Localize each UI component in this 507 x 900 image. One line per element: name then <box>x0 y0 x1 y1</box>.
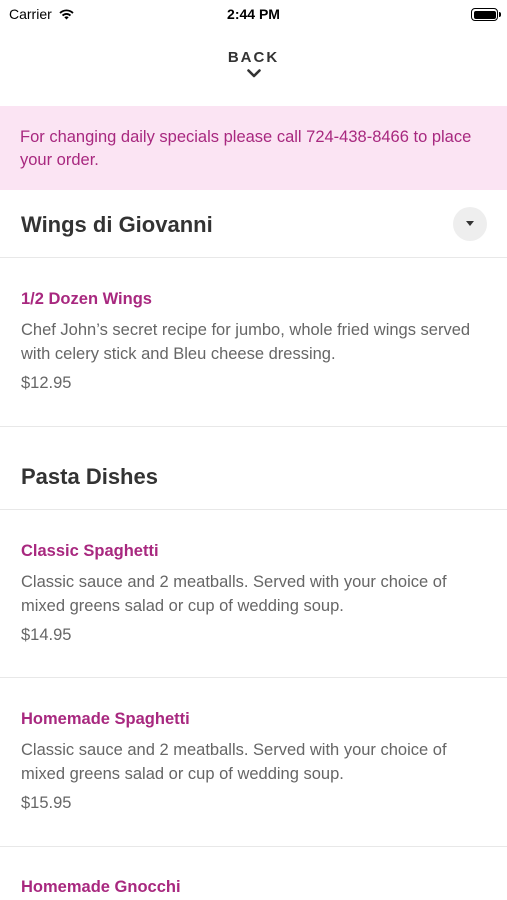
section-title-pasta: Pasta Dishes <box>21 464 158 489</box>
divider <box>0 846 507 847</box>
section-title-wings: Wings di Giovanni <box>21 212 213 237</box>
menu-item[interactable]: Classic Spaghetti Classic sauce and 2 me… <box>21 542 491 645</box>
menu-item-price: $15.95 <box>21 794 72 812</box>
menu-item[interactable]: 1/2 Dozen Wings Chef John’s secret recip… <box>21 290 491 393</box>
divider <box>0 257 507 258</box>
battery-fill <box>473 10 496 19</box>
menu-item-description: Classic sauce and 2 meatballs. Served wi… <box>21 741 447 783</box>
menu-item-description: Classic sauce and 2 meatballs. Served wi… <box>21 573 447 615</box>
menu-item-name: 1/2 Dozen Wings <box>21 290 152 308</box>
menu-item[interactable]: Homemade Spaghetti Classic sauce and 2 m… <box>21 710 491 813</box>
status-bar: Carrier 2:44 PM <box>0 0 507 30</box>
specials-notice: For changing daily specials please call … <box>0 106 507 190</box>
status-time: 2:44 PM <box>227 6 280 22</box>
menu-item-description: Chef John’s secret recipe for jumbo, who… <box>21 321 471 363</box>
menu-item-name: Homemade Spaghetti <box>21 710 190 728</box>
menu-item-name: Classic Spaghetti <box>21 542 159 560</box>
notice-text: For changing daily specials please call … <box>20 128 472 169</box>
divider <box>0 426 507 427</box>
caret-down-icon <box>466 221 474 226</box>
section-dropdown-button[interactable] <box>453 207 487 241</box>
back-button[interactable]: BACK <box>0 45 507 100</box>
back-label: BACK <box>227 49 280 66</box>
menu-item[interactable]: Homemade Gnocchi <box>21 878 491 897</box>
divider <box>0 509 507 510</box>
chevron-down-icon <box>246 69 261 78</box>
menu-item-price: $14.95 <box>21 626 72 644</box>
menu-item-price: $12.95 <box>21 374 72 392</box>
menu-item-name: Homemade Gnocchi <box>21 878 181 896</box>
divider <box>0 677 507 678</box>
battery-icon <box>471 8 501 21</box>
